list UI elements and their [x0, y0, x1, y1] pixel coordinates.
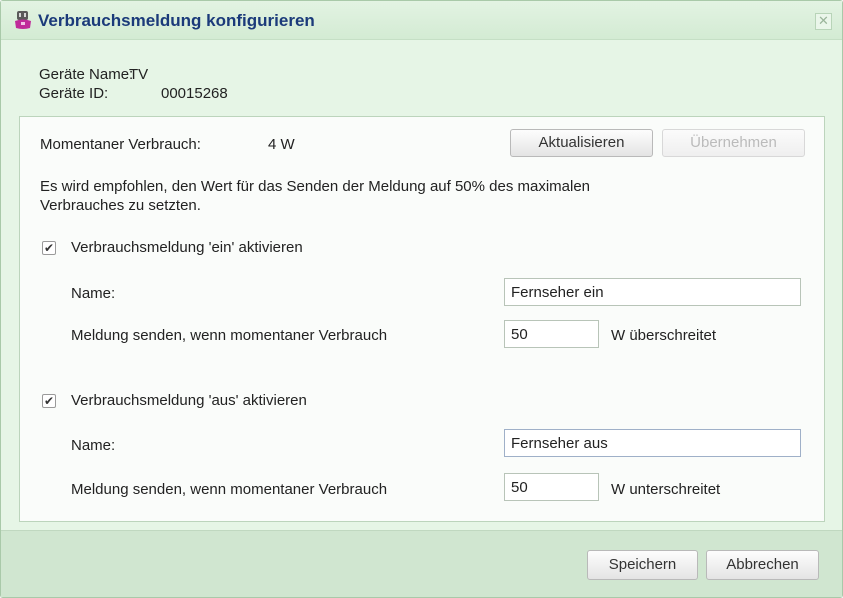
- check-icon: ✔: [43, 241, 55, 255]
- off-enable-checkbox[interactable]: ✔: [42, 394, 56, 408]
- hint-line-2: Verbrauches zu setzten.: [40, 197, 201, 214]
- on-name-input[interactable]: [504, 278, 801, 306]
- device-name-row: Geräte Name:TV: [39, 66, 161, 83]
- on-name-label: Name:: [71, 285, 116, 302]
- apply-button[interactable]: Übernehmen: [662, 129, 805, 157]
- off-threshold-label: Meldung senden, wenn momentaner Verbrauc…: [71, 481, 388, 498]
- device-id-label: Geräte ID:: [39, 85, 109, 102]
- off-name-input[interactable]: [504, 429, 801, 457]
- device-id-row: Geräte ID: 00015268: [39, 85, 228, 102]
- off-enable-label: Verbrauchsmeldung 'aus' aktivieren: [71, 392, 307, 409]
- plug-device-icon: [13, 10, 33, 30]
- dialog-body: Geräte Name:TV Geräte ID: 00015268 Moment…: [1, 40, 842, 530]
- device-name-value: TV: [129, 66, 149, 83]
- dialog-footer: Speichern Abbrechen: [1, 530, 842, 597]
- check-icon: ✔: [43, 394, 55, 408]
- off-threshold-input[interactable]: [504, 473, 599, 501]
- on-threshold-suffix: W überschreitet: [611, 327, 717, 344]
- dialog-title: Verbrauchsmeldung konfigurieren: [38, 11, 315, 30]
- save-button[interactable]: Speichern: [587, 550, 698, 580]
- close-button[interactable]: ✕: [815, 13, 832, 30]
- cancel-button[interactable]: Abbrechen: [706, 550, 819, 580]
- device-id-value: 00015268: [161, 85, 228, 102]
- refresh-button[interactable]: Aktualisieren: [510, 129, 653, 157]
- on-enable-label: Verbrauchsmeldung 'ein' aktivieren: [71, 239, 303, 256]
- title-bar[interactable]: Verbrauchsmeldung konfigurieren ✕: [1, 1, 842, 40]
- consumption-value: 4 W: [268, 136, 295, 153]
- on-threshold-input[interactable]: [504, 320, 599, 348]
- off-threshold-suffix: W unterschreitet: [611, 481, 721, 498]
- off-name-label: Name:: [71, 437, 116, 454]
- dialog-window: Verbrauchsmeldung konfigurieren ✕ Geräte…: [0, 0, 843, 598]
- hint-line-1: Es wird empfohlen, den Wert für das Send…: [40, 178, 591, 195]
- close-icon: ✕: [818, 13, 829, 28]
- on-threshold-label: Meldung senden, wenn momentaner Verbrauc…: [71, 327, 388, 344]
- on-enable-checkbox[interactable]: ✔: [42, 241, 56, 255]
- consumption-label: Momentaner Verbrauch:: [40, 136, 201, 153]
- settings-panel: Momentaner Verbrauch: 4 W Aktualisieren …: [19, 116, 825, 522]
